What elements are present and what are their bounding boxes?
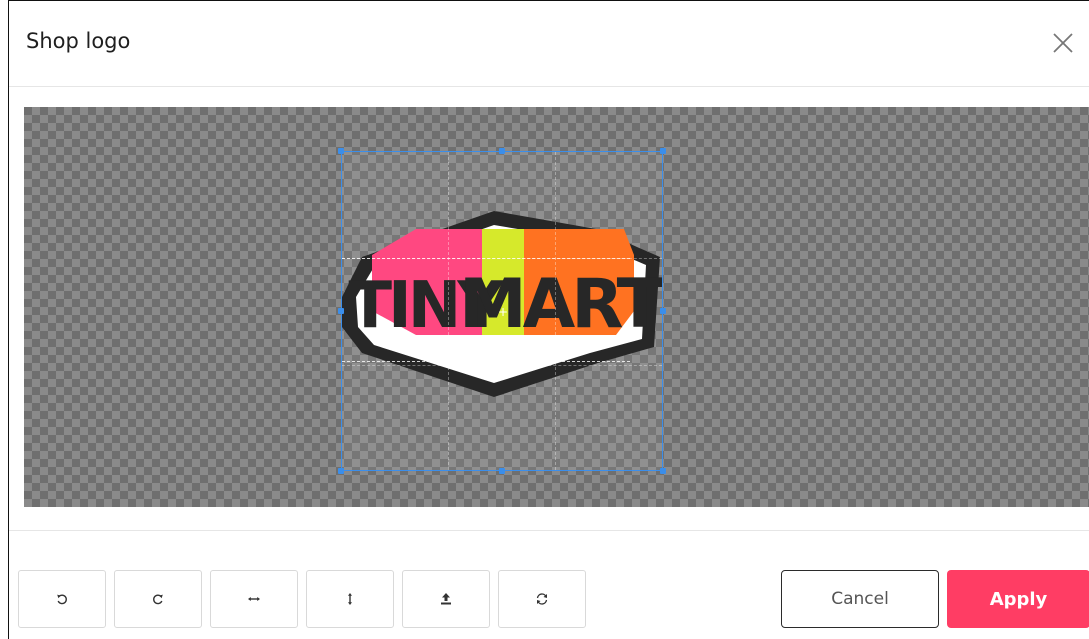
- rotate-left-icon: [57, 594, 67, 605]
- footer-divider: [9, 530, 1089, 531]
- handle-e[interactable]: [660, 308, 666, 314]
- upload-button[interactable]: [402, 570, 490, 628]
- cancel-button[interactable]: Cancel: [781, 570, 939, 628]
- close-button[interactable]: [1047, 27, 1079, 59]
- reset-button[interactable]: [498, 570, 586, 628]
- center-plus-icon: +: [497, 305, 509, 319]
- upload-icon: [441, 593, 451, 605]
- reset-icon: [536, 593, 548, 605]
- handle-se[interactable]: [660, 468, 666, 474]
- handle-n[interactable]: [499, 148, 505, 154]
- handle-w[interactable]: [338, 308, 344, 314]
- grid-line: [342, 365, 662, 366]
- image-bounds: [342, 258, 630, 362]
- crop-box[interactable]: +: [338, 148, 666, 474]
- flip-horizontal-icon: [248, 597, 260, 601]
- handle-s[interactable]: [499, 468, 505, 474]
- apply-button[interactable]: Apply: [947, 570, 1089, 628]
- handle-nw[interactable]: [338, 148, 344, 154]
- dialog-title: Shop logo: [26, 29, 131, 53]
- flip-vertical-button[interactable]: [306, 570, 394, 628]
- rotate-left-button[interactable]: [18, 570, 106, 628]
- flip-horizontal-button[interactable]: [210, 570, 298, 628]
- flip-vertical-icon: [348, 593, 352, 605]
- crop-canvas[interactable]: TINY MART +: [24, 107, 1089, 507]
- close-icon: [1053, 33, 1073, 53]
- handle-sw[interactable]: [338, 468, 344, 474]
- rotate-right-button[interactable]: [114, 570, 202, 628]
- handle-ne[interactable]: [660, 148, 666, 154]
- rotate-right-icon: [153, 594, 163, 605]
- dialog-header: Shop logo: [9, 1, 1089, 87]
- crop-dialog: Shop logo TINY MART + Cancel Apply: [8, 0, 1089, 639]
